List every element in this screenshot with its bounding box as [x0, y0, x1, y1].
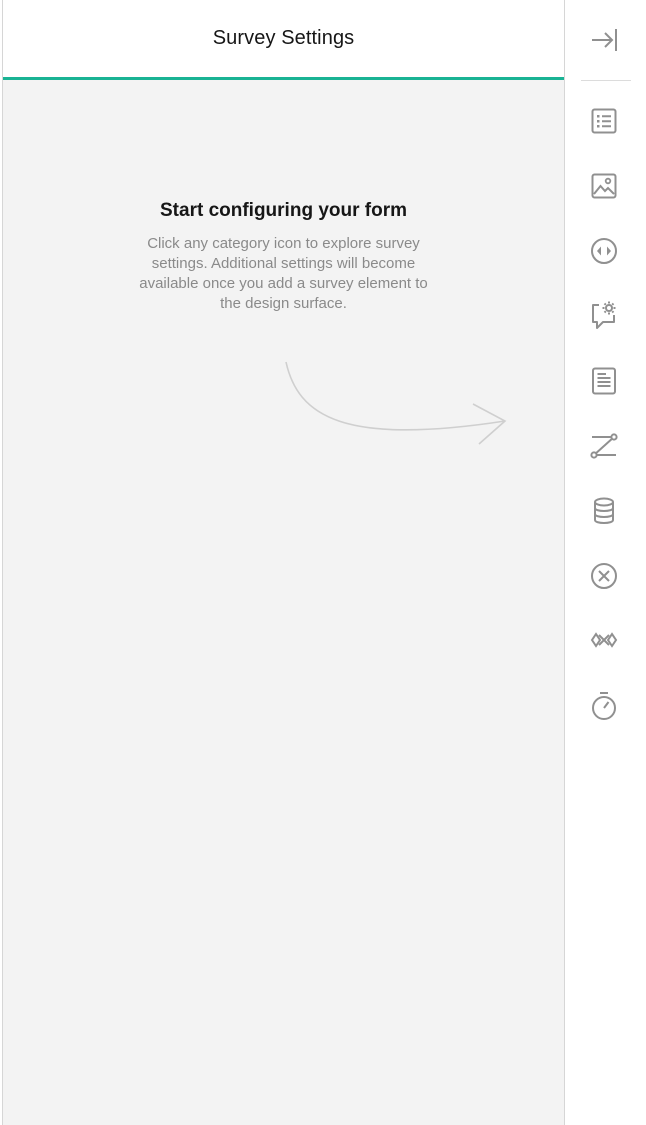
survey-creator-app: Survey Settings Start configuring your f…	[0, 0, 646, 1125]
category-logic-button[interactable]	[588, 430, 620, 462]
sidebar-divider	[581, 80, 631, 81]
show-on-completion-icon	[590, 632, 618, 648]
panel-header: Survey Settings	[3, 0, 564, 80]
question-settings-icon	[592, 301, 616, 329]
category-question-settings-button[interactable]	[588, 299, 620, 331]
placeholder-title: Start configuring your form	[160, 200, 407, 221]
validation-icon	[591, 563, 617, 589]
placeholder-description: Click any category icon to explore surve…	[139, 235, 428, 312]
pointing-arrow-icon	[285, 361, 507, 445]
category-timer-button[interactable]	[588, 690, 620, 722]
pages-icon	[592, 367, 616, 395]
data-icon	[594, 497, 614, 524]
logic-icon	[590, 433, 618, 459]
property-grid-panel: Survey Settings Start configuring your f…	[2, 0, 565, 1125]
category-logo-button[interactable]	[588, 170, 620, 202]
category-sidebar	[566, 0, 646, 1125]
empty-placeholder: Start configuring your form Click any ca…	[3, 200, 564, 314]
category-completion-button[interactable]	[588, 624, 620, 656]
list-icon	[591, 108, 617, 134]
category-pages-button[interactable]	[588, 365, 620, 397]
image-icon	[591, 173, 617, 199]
panel-title: Survey Settings	[212, 27, 355, 49]
collapse-right-icon	[592, 29, 617, 51]
category-general-button[interactable]	[588, 105, 620, 137]
category-data-button[interactable]	[588, 495, 620, 527]
timer-icon	[592, 692, 616, 720]
category-navigation-button[interactable]	[588, 235, 620, 267]
category-validation-button[interactable]	[588, 560, 620, 592]
collapse-panel-button[interactable]	[588, 24, 620, 56]
navigation-icon	[591, 238, 617, 264]
